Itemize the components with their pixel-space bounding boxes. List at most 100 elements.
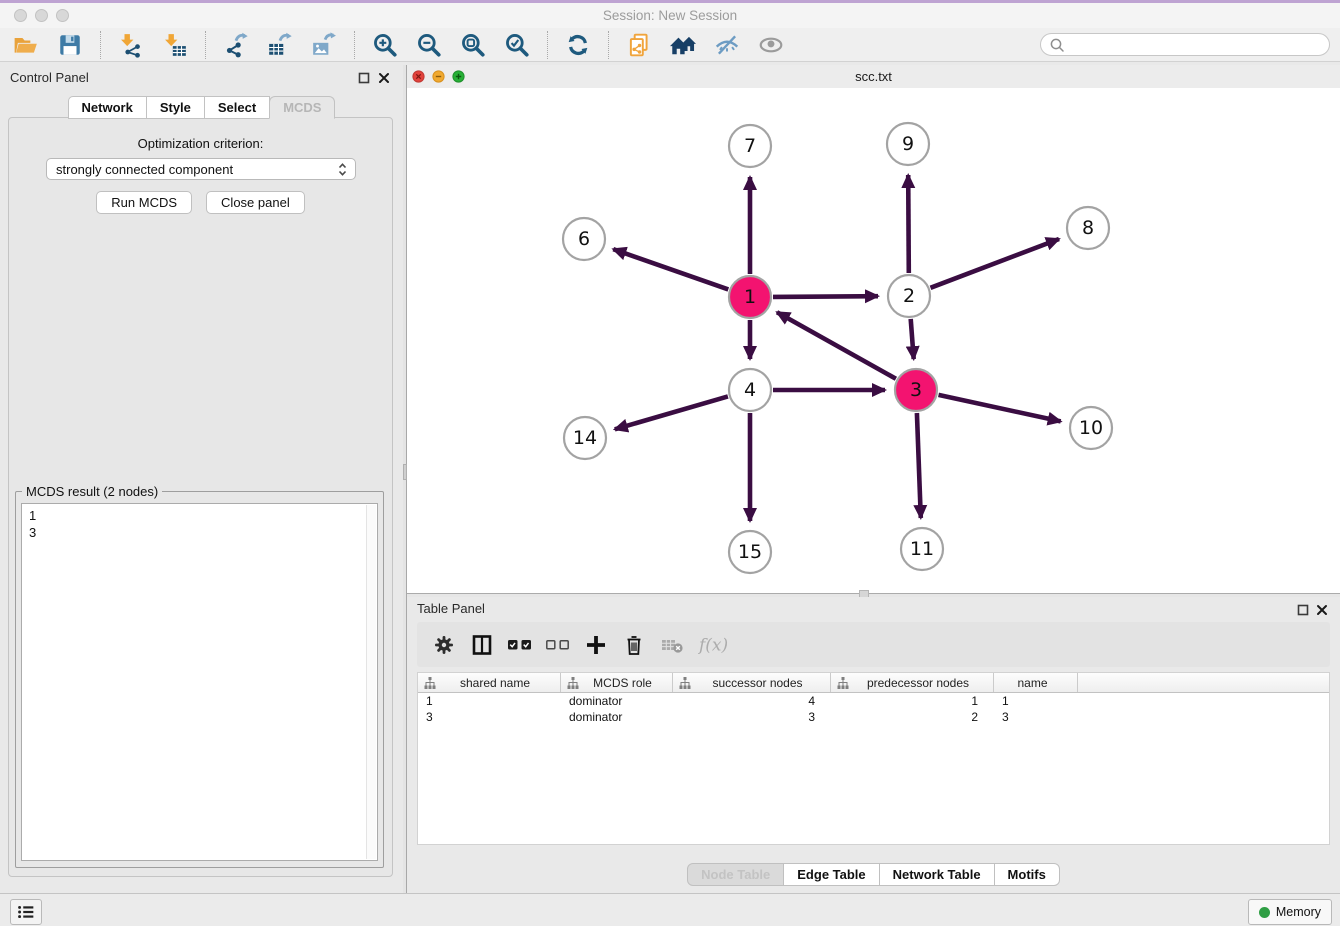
delete-table-button[interactable] <box>657 630 687 660</box>
result-scrollbar[interactable] <box>366 505 376 859</box>
control-panel-tabs: Network Style Select MCDS <box>0 96 403 119</box>
import-network-button[interactable] <box>117 31 145 59</box>
refresh-view-button[interactable] <box>564 31 592 59</box>
memory-button[interactable]: Memory <box>1248 899 1332 925</box>
select-stepper-icon <box>336 162 349 177</box>
fit-content-button[interactable] <box>459 31 487 59</box>
column-header-shared-name[interactable]: shared name <box>418 673 561 692</box>
first-neighbors-button[interactable] <box>669 31 697 59</box>
cell-successor-nodes[interactable]: 3 <box>673 710 831 724</box>
cell-name[interactable]: 1 <box>994 694 1078 708</box>
tab-select[interactable]: Select <box>204 96 270 119</box>
graph-edge-3-10[interactable] <box>939 395 1061 422</box>
cell-predecessor-nodes[interactable]: 1 <box>831 694 994 708</box>
close-panel-icon[interactable] <box>378 72 390 84</box>
hierarchy-icon <box>837 677 849 689</box>
tab-style[interactable]: Style <box>146 96 205 119</box>
cell-successor-nodes[interactable]: 4 <box>673 694 831 708</box>
graph-edge-1-6[interactable] <box>613 249 728 289</box>
change-table-mode-button[interactable] <box>429 630 459 660</box>
graph-node-label: 8 <box>1082 217 1094 239</box>
search-input[interactable] <box>1070 35 1329 55</box>
open-session-button[interactable] <box>12 31 40 59</box>
tab-node-table[interactable]: Node Table <box>687 863 784 886</box>
create-network-copy-button[interactable] <box>625 31 653 59</box>
cell-name[interactable]: 3 <box>994 710 1078 724</box>
cell-shared-name[interactable]: 1 <box>418 694 561 708</box>
column-header-successor-nodes[interactable]: successor nodes <box>673 673 831 692</box>
table-row[interactable]: 1 dominator 4 1 1 <box>418 693 1329 709</box>
mcds-buttons: Run MCDS Close panel <box>9 191 392 214</box>
graph-edge-2-8[interactable] <box>931 239 1060 288</box>
create-new-column-button[interactable] <box>581 630 611 660</box>
mcds-result-lines: 1 3 <box>22 504 377 544</box>
table-panel: Table Panel f(x) shared name MCDS role s… <box>407 597 1340 893</box>
graph-node-label: 1 <box>744 286 756 308</box>
gear-icon <box>432 633 456 657</box>
graph-node-8[interactable]: 8 <box>1067 207 1109 249</box>
graph-node-7[interactable]: 7 <box>729 125 771 167</box>
graph-node-15[interactable]: 15 <box>729 531 771 573</box>
zoom-out-button[interactable] <box>415 31 443 59</box>
close-table-panel-icon[interactable] <box>1316 604 1328 616</box>
tab-motifs[interactable]: Motifs <box>994 863 1060 886</box>
cell-mcds-role[interactable]: dominator <box>561 710 673 724</box>
export-table-button[interactable] <box>266 31 294 59</box>
graph-edge-4-14[interactable] <box>615 396 728 429</box>
graph-edge-1-2[interactable] <box>773 296 878 297</box>
run-mcds-button[interactable]: Run MCDS <box>96 191 192 214</box>
show-hide-eye-button[interactable] <box>757 31 785 59</box>
zoom-in-button[interactable] <box>371 31 399 59</box>
tab-edge-table[interactable]: Edge Table <box>783 863 879 886</box>
show-hide-graphics-details-button[interactable] <box>713 31 741 59</box>
export-network-button[interactable] <box>222 31 250 59</box>
float-panel-icon[interactable] <box>358 72 370 84</box>
refresh-icon <box>565 32 591 58</box>
task-history-button[interactable] <box>10 899 42 925</box>
graph-node-4[interactable]: 4 <box>729 369 771 411</box>
format-columns-button[interactable] <box>467 630 497 660</box>
graph-node-6[interactable]: 6 <box>563 218 605 260</box>
tab-network[interactable]: Network <box>68 96 147 119</box>
column-header-mcds-role[interactable]: MCDS role <box>561 673 673 692</box>
export-image-button[interactable] <box>310 31 338 59</box>
copy-network-icon <box>626 32 652 58</box>
graph-edge-2-3[interactable] <box>911 319 914 359</box>
save-session-button[interactable] <box>56 31 84 59</box>
main-toolbar <box>0 28 1340 62</box>
mcds-result-area[interactable]: 1 3 <box>21 503 378 861</box>
select-all-button[interactable] <box>505 630 535 660</box>
function-builder-button[interactable]: f(x) <box>695 630 735 660</box>
graph-node-11[interactable]: 11 <box>901 528 943 570</box>
table-row[interactable]: 3 dominator 3 2 3 <box>418 709 1329 725</box>
graph-node-14[interactable]: 14 <box>564 417 606 459</box>
fit-content-icon <box>460 32 486 58</box>
graph-node-1[interactable]: 1 <box>729 276 771 318</box>
export-table-icon <box>267 32 293 58</box>
table-panel-title: Table Panel <box>417 601 485 616</box>
export-image-icon <box>311 32 337 58</box>
graph-edge-3-1[interactable] <box>777 312 896 379</box>
graph-node-9[interactable]: 9 <box>887 123 929 165</box>
cell-shared-name[interactable]: 3 <box>418 710 561 724</box>
cell-mcds-role[interactable]: dominator <box>561 694 673 708</box>
close-panel-button[interactable]: Close panel <box>206 191 305 214</box>
tab-mcds[interactable]: MCDS <box>269 96 335 119</box>
graph-node-2[interactable]: 2 <box>888 275 930 317</box>
zoom-selected-button[interactable] <box>503 31 531 59</box>
tab-network-table[interactable]: Network Table <box>879 863 995 886</box>
graph-edge-2-9[interactable] <box>908 175 909 273</box>
graph-edge-3-11[interactable] <box>917 413 921 518</box>
toolbar-separator <box>547 31 548 59</box>
cell-predecessor-nodes[interactable]: 2 <box>831 710 994 724</box>
column-header-predecessor-nodes[interactable]: predecessor nodes <box>831 673 994 692</box>
delete-columns-button[interactable] <box>619 630 649 660</box>
deselect-all-button[interactable] <box>543 630 573 660</box>
graph-node-3[interactable]: 3 <box>895 369 937 411</box>
float-table-panel-icon[interactable] <box>1297 604 1309 616</box>
optimization-criterion-select[interactable]: strongly connected component <box>46 158 356 180</box>
column-header-name[interactable]: name <box>994 673 1078 692</box>
graph-node-10[interactable]: 10 <box>1070 407 1112 449</box>
network-canvas[interactable]: 7 9 6 8 1 2 4 3 14 10 15 11 <box>407 88 1340 593</box>
import-table-button[interactable] <box>161 31 189 59</box>
